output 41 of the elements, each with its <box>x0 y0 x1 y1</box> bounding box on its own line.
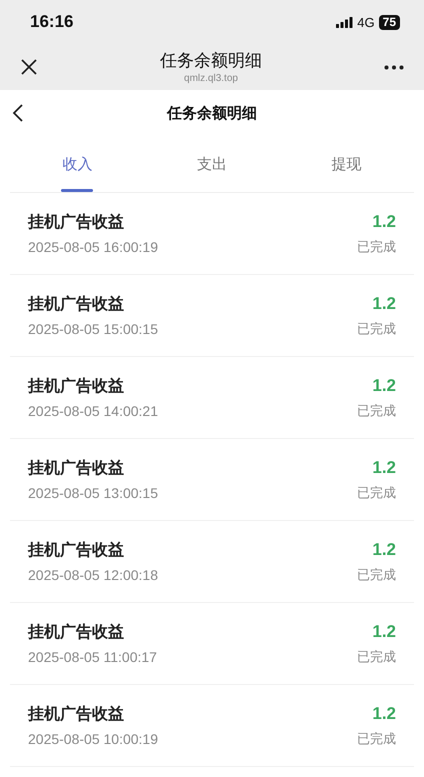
tab[interactable]: 收入 <box>10 136 145 192</box>
record-status: 已完成 <box>357 484 396 502</box>
record-time: 2025-08-05 12:00:18 <box>28 567 158 583</box>
record-status: 已完成 <box>357 238 396 256</box>
record-status: 已完成 <box>357 402 396 420</box>
record-time: 2025-08-05 13:00:15 <box>28 485 158 501</box>
record-amount: 1.2 <box>372 622 396 642</box>
record-amount: 1.2 <box>372 212 396 232</box>
record-time: 2025-08-05 16:00:19 <box>28 239 158 255</box>
record-status: 已完成 <box>357 566 396 584</box>
record-time: 2025-08-05 15:00:15 <box>28 321 158 337</box>
record-title: 挂机广告收益 <box>28 622 125 643</box>
battery-level: 75 <box>378 14 400 30</box>
record-title: 挂机广告收益 <box>28 704 125 725</box>
tab[interactable]: 提现 <box>279 136 414 192</box>
record-title: 挂机广告收益 <box>28 294 125 315</box>
record-time: 2025-08-05 10:00:19 <box>28 731 158 747</box>
signal-icon <box>336 16 354 28</box>
record-title: 挂机广告收益 <box>28 540 125 561</box>
record-amount: 1.2 <box>372 704 396 724</box>
record-time: 2025-08-05 14:00:21 <box>28 403 158 419</box>
status-time: 16:16 <box>30 12 74 32</box>
browser-title: 任务余额明细 <box>160 50 262 72</box>
record-amount: 1.2 <box>372 458 396 478</box>
record-amount: 1.2 <box>372 376 396 396</box>
more-icon <box>384 64 404 70</box>
page-title: 任务余额明细 <box>167 104 257 122</box>
back-icon <box>12 104 23 122</box>
record-status: 已完成 <box>357 320 396 338</box>
record-status: 已完成 <box>357 648 396 666</box>
record-status: 已完成 <box>357 730 396 748</box>
record-time: 2025-08-05 11:00:17 <box>28 649 157 665</box>
network-label: 4G <box>357 14 375 30</box>
record-amount: 1.2 <box>372 294 396 314</box>
close-icon <box>20 58 38 76</box>
record-title: 挂机广告收益 <box>28 458 125 479</box>
record-title: 挂机广告收益 <box>28 376 125 397</box>
page-url: qmlz.ql3.top <box>184 72 238 84</box>
record-title: 挂机广告收益 <box>28 212 125 233</box>
record-amount: 1.2 <box>372 540 396 560</box>
tab[interactable]: 支出 <box>144 136 280 192</box>
